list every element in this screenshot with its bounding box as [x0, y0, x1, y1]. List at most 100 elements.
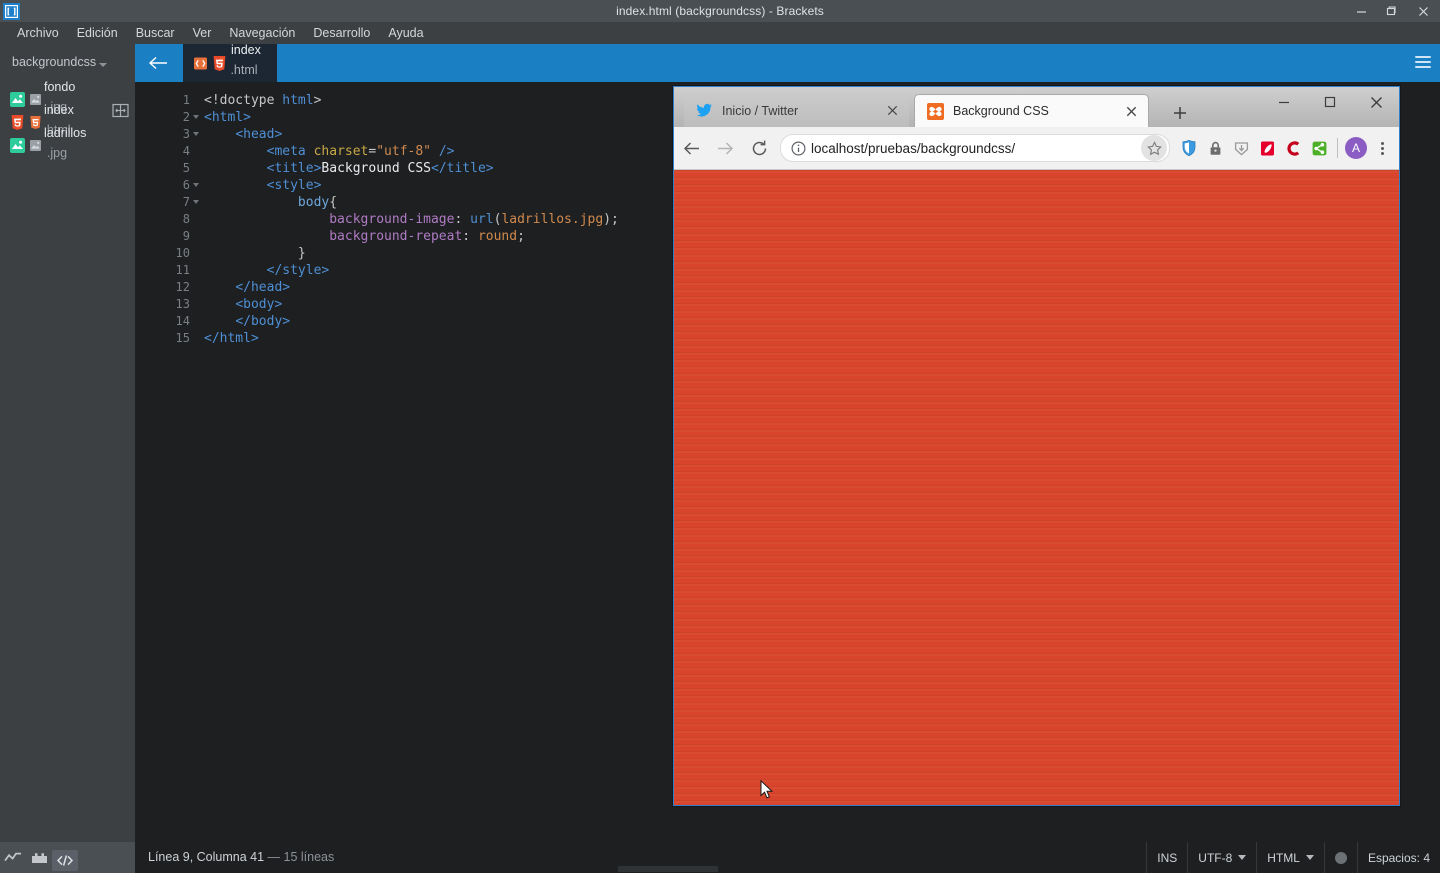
code-text: <body>	[204, 296, 282, 313]
lint-icon[interactable]	[0, 842, 26, 873]
close-icon[interactable]	[881, 100, 903, 122]
file-list: fondo.jpg index.html ladrillos.jpg	[0, 88, 135, 157]
close-icon[interactable]	[1120, 100, 1142, 122]
horizontal-scrollbar[interactable]	[618, 866, 718, 872]
code-fold-icon[interactable]	[193, 183, 199, 187]
html5-file-icon	[10, 115, 25, 130]
three-dot-menu-icon[interactable]	[1369, 135, 1395, 161]
code-text: <title>Background CSS</title>	[204, 160, 494, 177]
sidebar-header: backgroundcss	[0, 44, 135, 82]
reload-icon[interactable]	[742, 127, 776, 169]
document-icon	[29, 93, 42, 106]
image-file-icon	[10, 92, 25, 107]
chevron-down-icon	[1306, 855, 1314, 860]
address-bar[interactable]: localhost/pruebas/backgroundcss/	[780, 134, 1170, 162]
twitter-bird-icon	[696, 102, 713, 119]
line-number: 15	[135, 330, 190, 347]
window-controls	[1346, 0, 1440, 22]
window-title: index.html (backgroundcss) - Brackets	[0, 0, 1440, 22]
page-viewport[interactable]	[674, 170, 1399, 805]
encoding-selector[interactable]: UTF-8	[1187, 842, 1256, 873]
url-text: localhost/pruebas/backgroundcss/	[811, 141, 1141, 156]
code-fold-icon[interactable]	[193, 115, 199, 119]
extension-manager-icon[interactable]	[26, 842, 52, 873]
browser-tab-title: Inicio / Twitter	[722, 104, 881, 118]
minimize-icon[interactable]	[1261, 87, 1307, 117]
maximize-icon[interactable]	[1307, 87, 1353, 117]
project-sidebar: backgroundcss fondo.jpg	[0, 44, 135, 842]
menu-buscar[interactable]: Buscar	[127, 22, 184, 44]
code-text: </style>	[204, 262, 329, 279]
menu-navegacion[interactable]: Navegación	[220, 22, 304, 44]
live-preview-icon[interactable]	[52, 850, 78, 871]
code-text: <!doctype html>	[204, 92, 321, 109]
menubar: Archivo Edición Buscar Ver Navegación De…	[0, 22, 1440, 44]
code-text: background-image: url(ladrillos.jpg);	[204, 211, 619, 228]
window-titlebar: index.html (backgroundcss) - Brackets	[0, 0, 1440, 22]
menu-edicion[interactable]: Edición	[68, 22, 127, 44]
code-text: <style>	[204, 177, 321, 194]
browser-toolbar: localhost/pruebas/backgroundcss/	[674, 127, 1399, 170]
info-circle-icon[interactable]	[785, 141, 811, 156]
code-text: <head>	[204, 126, 282, 143]
menu-ayuda[interactable]: Ayuda	[379, 22, 432, 44]
adblock-shield-icon[interactable]	[1254, 135, 1280, 161]
profile-initial: A	[1345, 137, 1367, 159]
chevron-down-icon[interactable]	[99, 63, 107, 67]
language-selector[interactable]: HTML	[1256, 842, 1324, 873]
line-number: 14	[135, 313, 190, 330]
bitwarden-shield-icon[interactable]	[1176, 135, 1202, 161]
insert-mode-indicator[interactable]: INS	[1146, 842, 1187, 873]
padlock-icon[interactable]	[1202, 135, 1228, 161]
status-bar-tools	[0, 842, 135, 873]
line-number: 13	[135, 296, 190, 313]
code-text: <meta charset="utf-8" />	[204, 143, 455, 160]
plus-icon[interactable]	[1169, 102, 1191, 124]
indent-status-icon[interactable]	[1324, 842, 1357, 873]
menu-desarrollo[interactable]: Desarrollo	[304, 22, 379, 44]
code-text: </html>	[204, 330, 259, 347]
line-number: 9	[135, 228, 190, 245]
arrow-back-icon[interactable]	[674, 127, 708, 169]
arrow-forward-icon[interactable]	[708, 127, 742, 169]
browser-tab-background-css[interactable]: Background CSS	[914, 94, 1149, 127]
mouse-pointer-icon	[760, 780, 774, 800]
line-number: 2	[135, 109, 190, 126]
letter-c-extension-icon[interactable]	[1280, 135, 1306, 161]
close-icon[interactable]	[1406, 0, 1440, 22]
code-fold-icon[interactable]	[193, 132, 199, 136]
code-text: <html>	[204, 109, 251, 126]
xampp-icon	[927, 103, 944, 120]
indent-size-indicator[interactable]: Espacios: 4	[1357, 842, 1440, 873]
file-name: ladrillos.jpg	[44, 126, 86, 166]
list-item[interactable]: ladrillos.jpg	[0, 134, 135, 157]
image-file-icon	[10, 138, 25, 153]
code-fold-icon[interactable]	[193, 200, 199, 204]
cursor-position-info: Línea 9, Columna 41 — 15 líneas	[148, 842, 334, 873]
green-puzzle-icon[interactable]	[1306, 135, 1332, 161]
editor-tab-index-html[interactable]: index.html	[183, 44, 277, 82]
browser-tabstrip: Inicio / Twitter Background CSS	[674, 87, 1399, 127]
minimize-icon[interactable]	[1346, 0, 1376, 22]
close-icon[interactable]	[1353, 87, 1399, 117]
chevron-down-icon	[1238, 855, 1246, 860]
hamburger-menu-icon[interactable]	[1415, 56, 1431, 70]
menu-ver[interactable]: Ver	[184, 22, 221, 44]
code-text: body{	[204, 194, 337, 211]
line-number: 4	[135, 143, 190, 160]
project-name[interactable]: backgroundcss	[12, 55, 96, 69]
code-text: </body>	[204, 313, 290, 330]
browser-tab-title: Background CSS	[953, 104, 1120, 118]
star-bookmark-icon[interactable]	[1141, 135, 1167, 161]
browser-window-controls	[1261, 87, 1399, 127]
line-number: 10	[135, 245, 190, 262]
status-bar-right: INS UTF-8 HTML Espacios: 4	[1146, 842, 1440, 873]
arrow-left-icon[interactable]	[143, 44, 173, 82]
extensions-bar: A	[1176, 135, 1399, 161]
maximize-icon[interactable]	[1376, 0, 1406, 22]
browser-tab-twitter[interactable]: Inicio / Twitter	[684, 94, 909, 127]
code-text: }	[204, 245, 306, 262]
menu-archivo[interactable]: Archivo	[8, 22, 68, 44]
download-helper-icon[interactable]	[1228, 135, 1254, 161]
avatar[interactable]: A	[1343, 135, 1369, 161]
